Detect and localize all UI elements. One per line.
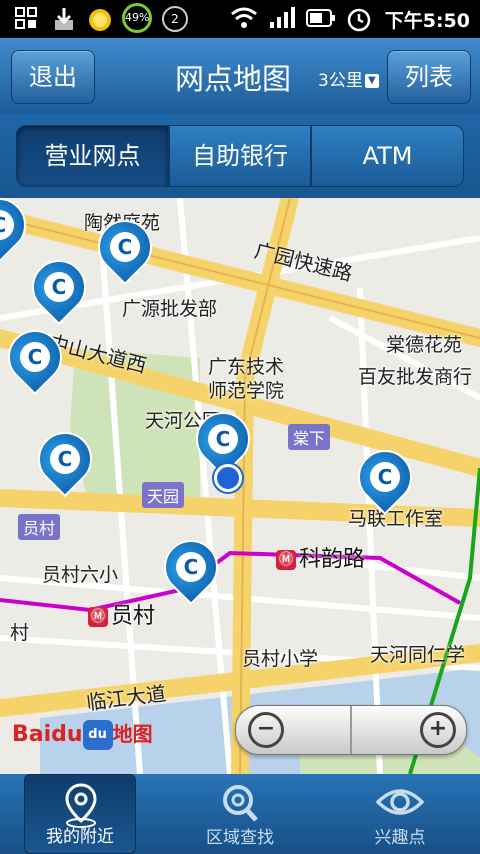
title-bar: 退出 网点地图 3公里 ▼ 列表 <box>0 38 480 114</box>
poi-label: 百友批发商行 <box>358 366 473 388</box>
bank-branch-marker[interactable]: C <box>26 420 104 512</box>
segment-atm[interactable]: ATM <box>311 125 464 187</box>
bank-logo-icon: C <box>50 444 80 474</box>
poi-label: 棠德花苑 <box>386 334 463 356</box>
metro-station-label: Ⓜ 科韵路 <box>276 541 365 573</box>
bottom-tab-bar: 我的附近 区域查找 兴趣点 <box>0 774 480 854</box>
tab-points-of-interest[interactable]: 兴趣点 <box>344 774 456 854</box>
zoom-in-button[interactable]: + <box>420 712 456 748</box>
station-label: 棠下 <box>288 424 331 450</box>
bank-logo-icon: C <box>44 272 74 302</box>
category-segment-bar: 营业网点 自助银行 ATM <box>0 114 480 198</box>
chevron-down-icon: ▼ <box>364 74 379 88</box>
list-button[interactable]: 列表 <box>387 50 471 104</box>
range-selector[interactable]: 3公里 ▼ <box>318 66 379 91</box>
my-location-marker <box>214 464 242 492</box>
weather-sun-icon <box>89 9 111 31</box>
exit-button[interactable]: 退出 <box>11 50 95 104</box>
station-label: 员村 <box>18 514 61 540</box>
map-view[interactable]: 广园快速路 中山大道西 临江大道 陶然庭苑 广源批发部 广东技术 师范学院 天河… <box>0 198 480 774</box>
status-bar: 49% 2 下午5:50 <box>0 0 480 38</box>
zoom-control: − + <box>235 705 467 755</box>
station-label: 天园 <box>142 482 185 508</box>
notification-count: 2 <box>162 6 188 32</box>
bank-logo-icon: C <box>110 232 140 262</box>
tab-area-search[interactable]: 区域查找 <box>184 774 296 854</box>
bank-logo-icon: C <box>20 342 50 372</box>
poi-label: 员村六小 <box>42 564 119 586</box>
tab-label: 我的附近 <box>46 827 114 847</box>
tab-nearby[interactable]: 我的附近 <box>24 774 136 854</box>
search-icon <box>223 785 258 822</box>
bank-logo-icon: C <box>370 462 400 492</box>
page-title: 网点地图 <box>175 62 292 96</box>
tab-label: 兴趣点 <box>374 828 426 848</box>
metro-station-label: Ⓜ 员村 <box>88 598 155 630</box>
metro-icon: Ⓜ <box>276 550 296 570</box>
poi-label: 天河同仁学 <box>370 644 466 666</box>
poi-label: 村 <box>10 622 30 644</box>
bank-branch-marker[interactable]: C <box>346 438 424 530</box>
alarm-clock-icon <box>347 8 371 32</box>
download-icon <box>55 8 73 30</box>
segment-self-service-bank[interactable]: 自助银行 <box>169 125 311 187</box>
poi-label: 广东技术 <box>208 356 285 378</box>
bank-branch-marker[interactable]: C <box>0 198 38 278</box>
zoom-out-button[interactable]: − <box>248 712 284 748</box>
bank-branch-marker[interactable]: C <box>20 248 98 340</box>
poi-label: 师范学院 <box>208 380 285 402</box>
battery-percent: 49% <box>122 3 152 33</box>
poi-label: 员村小学 <box>242 648 319 670</box>
wifi-icon <box>231 7 257 28</box>
tab-label: 区域查找 <box>206 828 274 848</box>
apps-icon <box>15 7 37 29</box>
bank-branch-marker[interactable]: C <box>86 208 164 300</box>
range-value: 3公里 <box>318 71 363 91</box>
baidu-map-logo: Baidu du 地图 <box>12 718 153 750</box>
baidu-paw-icon: du <box>82 720 113 750</box>
signal-icon <box>270 7 295 28</box>
battery-icon <box>306 9 335 27</box>
bank-logo-icon: C <box>208 424 238 454</box>
metro-icon: Ⓜ <box>88 607 108 627</box>
segment-branches[interactable]: 营业网点 <box>16 125 169 187</box>
bank-logo-icon: C <box>176 552 206 582</box>
bank-branch-marker[interactable]: C <box>152 528 230 620</box>
clock-time: 下午5:50 <box>384 10 470 32</box>
eye-icon <box>375 789 425 815</box>
bank-branch-marker[interactable]: C <box>0 318 74 410</box>
